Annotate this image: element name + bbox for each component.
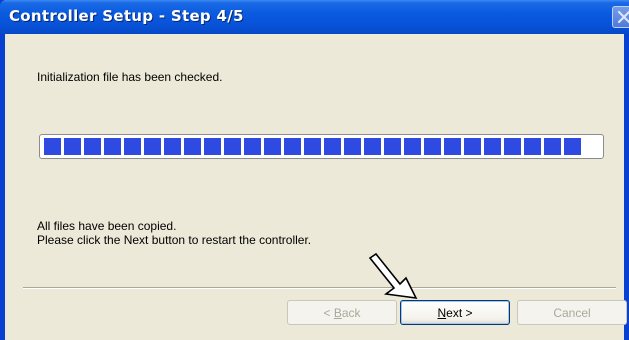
- completion-line-1: All files have been copied.: [37, 219, 177, 233]
- close-icon: [617, 10, 629, 24]
- progress-fill: [44, 138, 581, 155]
- progress-bar: [39, 134, 604, 159]
- back-prefix: <: [323, 305, 334, 320]
- next-rest: ext: [446, 305, 463, 320]
- next-mnemonic: N: [437, 305, 447, 320]
- next-suffix: >: [462, 305, 473, 320]
- completion-line-2: Please click the Next button to restart …: [37, 233, 312, 247]
- back-mnemonic: B: [333, 305, 342, 320]
- back-button[interactable]: < Back: [287, 300, 397, 325]
- next-button[interactable]: Next >: [400, 300, 510, 325]
- back-rest: ack: [341, 305, 361, 320]
- close-button[interactable]: [612, 6, 629, 28]
- arrow-pointer-icon: [368, 252, 418, 299]
- setup-dialog: Controller Setup - Step 4/5 Initializati…: [0, 0, 629, 340]
- completion-message: All files have been copied. Please click…: [37, 219, 311, 247]
- button-separator: [23, 287, 616, 289]
- window-title: Controller Setup - Step 4/5: [9, 7, 244, 25]
- cancel-button[interactable]: Cancel: [517, 300, 627, 325]
- status-message: Initialization file has been checked.: [37, 70, 223, 84]
- title-bar[interactable]: Controller Setup - Step 4/5: [0, 0, 629, 34]
